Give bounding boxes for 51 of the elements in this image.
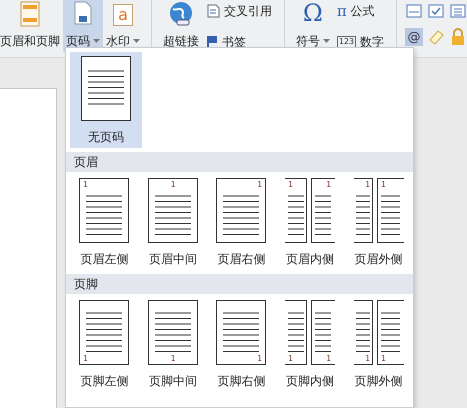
section-header: 页眉 [66,152,413,172]
ribbon-button[interactable]: 页码 [63,0,103,52]
page-number-mark: 1 [170,354,176,363]
text-field-icon [406,4,422,18]
page-number-mark: 1 [258,354,262,363]
page-number-mark: 1 [83,354,88,363]
list-icon [450,4,466,18]
page-number-mark: 1 [364,354,370,363]
page-number-option[interactable]: 1 页眉右侧 [207,174,276,270]
page-number-mark: 1 [364,180,370,189]
toolbar-button[interactable] [427,2,445,20]
page-number-option[interactable]: 1 页脚中间 [138,296,208,392]
page-number-option[interactable]: 1 1 页脚外侧 [344,296,413,392]
pi-icon: π [336,4,347,18]
ribbon-button[interactable]: π 公式 [336,2,384,20]
page-number-mark: 1 [83,180,88,189]
ribbon-button[interactable]: a 水印 [103,0,143,52]
page-number-mark: 1 [170,180,176,189]
ribbon-button[interactable]: Ω 符号 [292,0,333,52]
lock-icon [450,28,466,46]
page-number-mark: 1 [380,180,386,189]
globe-icon [168,1,194,27]
page-number-option[interactable]: 1 页眉中间 [138,174,208,270]
flag-icon [206,35,218,49]
page-number-mark: 1 [326,180,332,189]
toolbar-button[interactable] [449,2,467,20]
checkbox-icon [428,4,444,18]
eraser-icon [427,28,445,46]
document-icon [206,4,220,18]
watermark-icon: a [113,4,133,26]
page-number-mark: 1 [326,354,332,363]
page-number-option[interactable]: 1 1 页眉内侧 [276,174,344,270]
page-number-mark: 1 [258,180,262,189]
page-number-option[interactable]: 1 页眉左侧 [70,174,139,270]
page-number-option[interactable]: 1 页脚右侧 [207,296,276,392]
omega-icon: Ω [302,1,323,25]
ribbon-button[interactable]: 交叉引用 [206,2,272,20]
section-header: 页脚 [66,274,413,294]
page-number-mark: 1 [288,180,293,189]
page-number-option[interactable]: 1 1 页脚内侧 [276,296,344,392]
toolbar-button[interactable] [405,2,423,20]
page-number-option[interactable]: 1 1 页眉外侧 [344,174,413,270]
page-thumbnail-drawing [81,56,131,122]
ribbon-button[interactable]: 页眉和页脚 [0,0,63,52]
document-icon [73,1,93,25]
page-number-mark: 1 [380,354,386,363]
page-number-mark: 1 [288,354,293,363]
page-number-option[interactable]: 1 页脚左侧 [70,296,139,392]
page-number-option[interactable]: 无页码 [70,52,142,148]
document-icon [19,1,41,27]
ribbon-button[interactable]: 书签 [206,33,272,51]
